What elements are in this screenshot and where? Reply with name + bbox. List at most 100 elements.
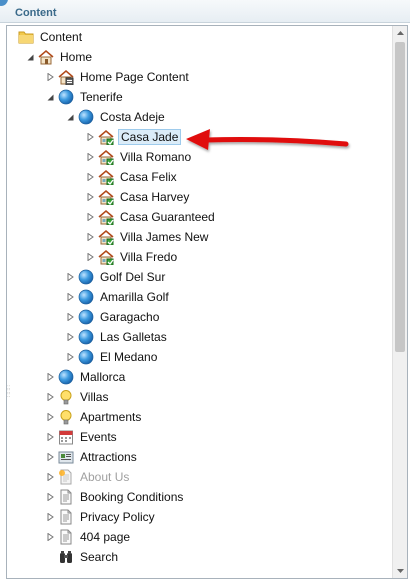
collapsed-toggle-icon[interactable]	[66, 307, 75, 327]
collapsed-toggle-icon[interactable]	[86, 207, 95, 227]
tree-node-label[interactable]: Apartments	[78, 409, 143, 425]
globe-icon	[78, 269, 94, 285]
tree-node-amarilla-golf[interactable]: Amarilla Golf	[66, 287, 171, 307]
tree-node-label[interactable]: Mallorca	[78, 369, 127, 385]
tree-node-label[interactable]: Content	[38, 29, 84, 45]
tree-node-events[interactable]: Events	[46, 427, 119, 447]
collapsed-toggle-icon[interactable]	[86, 247, 95, 267]
collapsed-toggle-icon[interactable]	[86, 187, 95, 207]
scroll-down-icon[interactable]	[393, 564, 407, 578]
lightbulb-icon	[58, 389, 74, 405]
tree-node-home-page-content[interactable]: Home Page Content	[46, 67, 191, 87]
scroll-up-icon[interactable]	[393, 26, 407, 40]
tree-node-label[interactable]: Costa Adeje	[98, 109, 167, 125]
tree-node-label[interactable]: Villa Romano	[118, 149, 193, 165]
collapsed-toggle-icon[interactable]	[46, 447, 55, 467]
tree-node-villa-james-new[interactable]: Villa James New	[86, 227, 210, 247]
collapsed-toggle-icon[interactable]	[86, 147, 95, 167]
tree-node-las-galletas[interactable]: Las Galletas	[66, 327, 169, 347]
vertical-scrollbar[interactable]	[392, 26, 407, 578]
tree-node-casa-jade[interactable]: Casa Jade	[86, 127, 182, 147]
tree-node-mallorca[interactable]: Mallorca	[46, 367, 127, 387]
collapsed-toggle-icon[interactable]	[46, 407, 55, 427]
tree-node-label[interactable]: Garagacho	[98, 309, 161, 325]
tree-node-villa-romano[interactable]: Villa Romano	[86, 147, 193, 167]
tree-node-label[interactable]: Attractions	[78, 449, 139, 465]
tree-node-label[interactable]: Amarilla Golf	[98, 289, 171, 305]
tree-node-search[interactable]: Search	[46, 547, 120, 567]
tree-node-label[interactable]: Events	[78, 429, 119, 445]
tree-node-label[interactable]: Villa Fredo	[118, 249, 179, 265]
tree-node-content[interactable]: Content	[7, 27, 84, 47]
tree-node-label[interactable]: Villas	[78, 389, 110, 405]
globe-icon	[78, 289, 94, 305]
tree-node-label[interactable]: Casa Felix	[118, 169, 179, 185]
house-green-icon	[98, 229, 114, 245]
tree-node-tenerife[interactable]: Tenerife	[46, 87, 125, 107]
house-green-icon	[98, 149, 114, 165]
collapsed-toggle-icon[interactable]	[46, 467, 55, 487]
collapsed-toggle-icon[interactable]	[46, 367, 55, 387]
tree-node-label[interactable]: About Us	[78, 469, 131, 485]
content-tree-panel: Content Home Home Page Content Tenerife Cost…	[6, 25, 408, 579]
tree-node-404-page[interactable]: 404 page	[46, 527, 132, 547]
expanded-toggle-icon[interactable]	[26, 47, 35, 67]
app-logo-icon	[0, 0, 8, 6]
tree-node-label[interactable]: Home Page Content	[78, 69, 191, 85]
collapsed-toggle-icon[interactable]	[46, 487, 55, 507]
collapsed-toggle-icon[interactable]	[86, 127, 95, 147]
tree-node-el-medano[interactable]: El Medano	[66, 347, 159, 367]
house-green-icon	[98, 189, 114, 205]
tree-node-label[interactable]: Casa Jade	[118, 129, 182, 145]
collapsed-toggle-icon[interactable]	[66, 267, 75, 287]
tree-node-golf-del-sur[interactable]: Golf Del Sur	[66, 267, 167, 287]
collapsed-toggle-icon[interactable]	[66, 287, 75, 307]
collapsed-toggle-icon[interactable]	[46, 427, 55, 447]
tree-node-label[interactable]: Casa Harvey	[118, 189, 191, 205]
tree-node-label[interactable]: 404 page	[78, 529, 132, 545]
tree-node-label[interactable]: Booking Conditions	[78, 489, 185, 505]
tree-node-label[interactable]: Tenerife	[78, 89, 125, 105]
tree-node-apartments[interactable]: Apartments	[46, 407, 143, 427]
tree-node-costa-adeje[interactable]: Costa Adeje	[66, 107, 167, 127]
expanded-toggle-icon[interactable]	[66, 107, 75, 127]
tree-node-casa-felix[interactable]: Casa Felix	[86, 167, 179, 187]
tree-node-villa-fredo[interactable]: Villa Fredo	[86, 247, 179, 267]
collapsed-toggle-icon[interactable]	[46, 527, 55, 547]
globe-icon	[78, 309, 94, 325]
tree-node-attractions[interactable]: Attractions	[46, 447, 139, 467]
splitter-handle[interactable]: ::::::	[7, 385, 11, 400]
tree-node-about-us[interactable]: About Us	[46, 467, 131, 487]
globe-icon	[78, 329, 94, 345]
tree-node-label[interactable]: Privacy Policy	[78, 509, 157, 525]
document-icon	[58, 489, 74, 505]
document-new-icon	[58, 469, 74, 485]
tree-node-label[interactable]: Las Galletas	[98, 329, 169, 345]
panel-title: Content	[15, 7, 57, 19]
document-icon	[58, 509, 74, 525]
collapsed-toggle-icon[interactable]	[86, 227, 95, 247]
tree-node-casa-harvey[interactable]: Casa Harvey	[86, 187, 191, 207]
tree-node-privacy-policy[interactable]: Privacy Policy	[46, 507, 157, 527]
tree-node-garagacho[interactable]: Garagacho	[66, 307, 161, 327]
tree-node-label[interactable]: El Medano	[98, 349, 159, 365]
expanded-toggle-icon[interactable]	[46, 87, 55, 107]
tree-node-casa-guaranteed[interactable]: Casa Guaranteed	[86, 207, 217, 227]
toggle-spacer	[7, 27, 15, 47]
tree-node-label[interactable]: Home	[58, 49, 94, 65]
collapsed-toggle-icon[interactable]	[46, 67, 55, 87]
scrollbar-thumb[interactable]	[395, 42, 405, 352]
tree-node-label[interactable]: Golf Del Sur	[98, 269, 167, 285]
tree-node-villas[interactable]: Villas	[46, 387, 110, 407]
collapsed-toggle-icon[interactable]	[86, 167, 95, 187]
tree-node-home[interactable]: Home	[26, 47, 94, 67]
collapsed-toggle-icon[interactable]	[66, 347, 75, 367]
tree-node-label[interactable]: Search	[78, 549, 120, 565]
house-green-icon	[98, 249, 114, 265]
collapsed-toggle-icon[interactable]	[66, 327, 75, 347]
collapsed-toggle-icon[interactable]	[46, 507, 55, 527]
collapsed-toggle-icon[interactable]	[46, 387, 55, 407]
tree-node-label[interactable]: Casa Guaranteed	[118, 209, 217, 225]
tree-node-booking-conditions[interactable]: Booking Conditions	[46, 487, 185, 507]
tree-node-label[interactable]: Villa James New	[118, 229, 210, 245]
